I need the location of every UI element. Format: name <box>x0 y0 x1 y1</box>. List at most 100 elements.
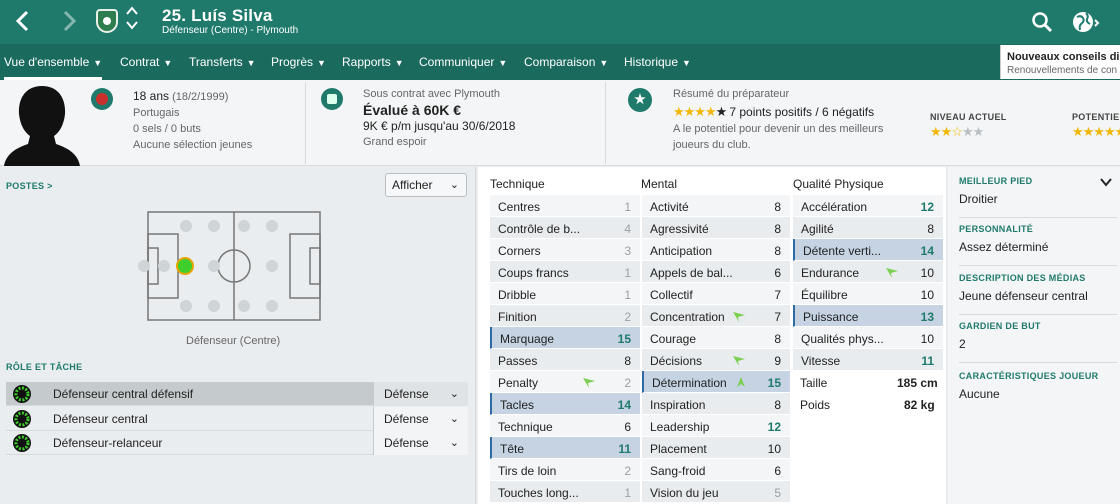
attribute-row[interactable]: Collectif 7 <box>642 283 790 305</box>
attribute-row[interactable]: Technique 6 <box>490 415 640 437</box>
menu-reports[interactable]: Rapports ▼ <box>342 44 404 80</box>
duty-dropdown[interactable]: Défense ⌄ <box>373 431 468 455</box>
player-traits: CARACTÉRISTIQUES JOUEUR Aucune <box>959 371 1099 401</box>
attribute-name: Contrôle de b... <box>498 222 581 236</box>
attribute-name: Courage <box>650 332 697 346</box>
menu-progress[interactable]: Progrès ▼ <box>271 44 326 80</box>
attribute-row[interactable]: Corners 3 <box>490 239 640 261</box>
menu-communicate[interactable]: Communiquer ▼ <box>419 44 507 80</box>
attribute-name: Sang-froid <box>650 464 706 478</box>
attribute-row[interactable]: Vitesse 11 <box>793 349 943 371</box>
menu-overview[interactable]: Vue d'ensemble ▼ <box>4 44 103 80</box>
attribute-value: 8 <box>774 332 781 346</box>
attribute-row[interactable]: Détermination 15 <box>642 371 790 393</box>
attribute-value: 10 <box>920 288 934 302</box>
attribute-value: 14 <box>617 398 631 412</box>
new-advice-notification[interactable]: Nouveaux conseils disp Renouvellements d… <box>1000 45 1120 79</box>
attribute-row[interactable]: Tacles 14 <box>490 393 640 415</box>
attribute-row[interactable]: Marquage 15 <box>490 327 640 349</box>
attribute-row[interactable]: Décisions 9 <box>642 349 790 371</box>
menu-comparison[interactable]: Comparaison ▼ <box>524 44 608 80</box>
duty-dropdown[interactable]: Défense ⌄ <box>373 382 468 406</box>
attribute-row[interactable]: Agressivité 8 <box>642 217 790 239</box>
attribute-value: 15 <box>767 376 781 390</box>
attribute-row[interactable]: Anticipation 8 <box>642 239 790 261</box>
attribute-row[interactable]: Leadership 12 <box>642 415 790 437</box>
role-row[interactable]: Défenseur-relanceur Défense ⌄ <box>6 431 468 455</box>
attribute-row[interactable]: Vision du jeu 5 <box>642 481 790 503</box>
attribute-value: 1 <box>624 266 631 280</box>
attribute-row[interactable]: Penalty 2 <box>490 371 640 393</box>
back-button[interactable] <box>10 8 36 34</box>
attribute-name: Décisions <box>650 354 703 368</box>
chevron-down-icon: ▼ <box>317 58 326 68</box>
attribute-row[interactable]: Dribble 1 <box>490 283 640 305</box>
potential-ability-label: POTENTIEL <box>1072 112 1120 122</box>
portugal-flag-icon[interactable] <box>91 88 113 110</box>
search-button[interactable] <box>1030 10 1054 34</box>
attribute-row[interactable]: Sang-froid 6 <box>642 459 790 481</box>
arrow-down-icon <box>733 356 745 366</box>
attribute-row[interactable]: Appels de bal... 6 <box>642 261 790 283</box>
attribute-value: 11 <box>618 442 631 456</box>
player-switch-stepper[interactable] <box>125 6 139 34</box>
show-dropdown[interactable]: Afficher ⌄ <box>385 173 467 197</box>
divider <box>605 82 606 164</box>
attribute-row[interactable]: Finition 2 <box>490 305 640 327</box>
attribute-name: Équilibre <box>801 288 848 302</box>
chevron-down-icon: ▼ <box>498 58 508 68</box>
attribute-value: 2 <box>624 310 631 324</box>
attribute-row[interactable]: Détente verti... 14 <box>793 239 943 261</box>
menu-contract[interactable]: Contrat ▼ <box>120 44 172 80</box>
club-crest-icon[interactable] <box>96 9 118 33</box>
attribute-name: Finition <box>498 310 537 324</box>
role-row[interactable]: Défenseur central Défense ⌄ <box>6 407 468 431</box>
personal-info: 18 ans (18/2/1999) Portugais 0 sels / 0 … <box>133 89 253 151</box>
contract-icon[interactable] <box>321 88 343 110</box>
attribute-row[interactable]: Activité 8 <box>642 195 790 217</box>
star-badge-icon[interactable]: ★ <box>628 88 652 112</box>
attribute-value: 13 <box>920 310 934 324</box>
attribute-row[interactable]: Qualités phys... 10 <box>793 327 943 349</box>
attribute-value: 6 <box>774 266 781 280</box>
attribute-name: Technique <box>498 420 553 434</box>
attribute-value: 5 <box>774 486 781 500</box>
attribute-row[interactable]: Tête 11 <box>490 437 640 459</box>
attribute-value: 15 <box>617 332 631 346</box>
role-icon <box>13 410 31 428</box>
attribute-row[interactable]: Coups francs 1 <box>490 261 640 283</box>
attribute-value: 7 <box>774 310 781 324</box>
globe-button[interactable] <box>1072 8 1100 36</box>
attribute-value: 1 <box>624 486 631 500</box>
menu-bar: Vue d'ensemble ▼ Contrat ▼ Transferts ▼ Pro… <box>0 44 1120 80</box>
height-value: 185 cm <box>897 376 938 390</box>
duty-dropdown[interactable]: Défense ⌄ <box>373 407 468 431</box>
attribute-row[interactable]: Équilibre 10 <box>793 283 943 305</box>
attribute-value: 12 <box>767 420 781 434</box>
attribute-name: Anticipation <box>650 244 713 258</box>
attribute-name: Détermination <box>652 376 727 390</box>
attribute-row[interactable]: Agilité 8 <box>793 217 943 239</box>
attribute-name: Agressivité <box>650 222 709 236</box>
attribute-row[interactable]: Contrôle de b... 4 <box>490 217 640 239</box>
attribute-row[interactable]: Placement 10 <box>642 437 790 459</box>
attribute-name: Collectif <box>650 288 693 302</box>
attribute-row[interactable]: Touches long... 1 <box>490 481 640 503</box>
attribute-row[interactable]: Centres 1 <box>490 195 640 217</box>
menu-history[interactable]: Historique ▼ <box>624 44 691 80</box>
attribute-row[interactable]: Concentration 7 <box>642 305 790 327</box>
attribute-row[interactable]: Puissance 13 <box>793 305 943 327</box>
attribute-row[interactable]: Inspiration 8 <box>642 393 790 415</box>
arrow-down-icon <box>886 268 898 278</box>
role-row[interactable]: Défenseur central défensif Défense ⌄ <box>6 382 468 406</box>
attribute-row[interactable]: Tirs de loin 2 <box>490 459 640 481</box>
attribute-row[interactable]: Endurance 10 <box>793 261 943 283</box>
attribute-row[interactable]: Passes 8 <box>490 349 640 371</box>
attribute-row[interactable]: Accélération 12 <box>793 195 943 217</box>
positions-link[interactable]: POSTES > <box>6 181 53 191</box>
forward-button[interactable] <box>56 8 82 34</box>
attribute-name: Endurance <box>801 266 860 280</box>
attribute-name: Vision du jeu <box>650 486 719 500</box>
menu-transfers[interactable]: Transferts ▼ <box>189 44 256 80</box>
attribute-row[interactable]: Courage 8 <box>642 327 790 349</box>
